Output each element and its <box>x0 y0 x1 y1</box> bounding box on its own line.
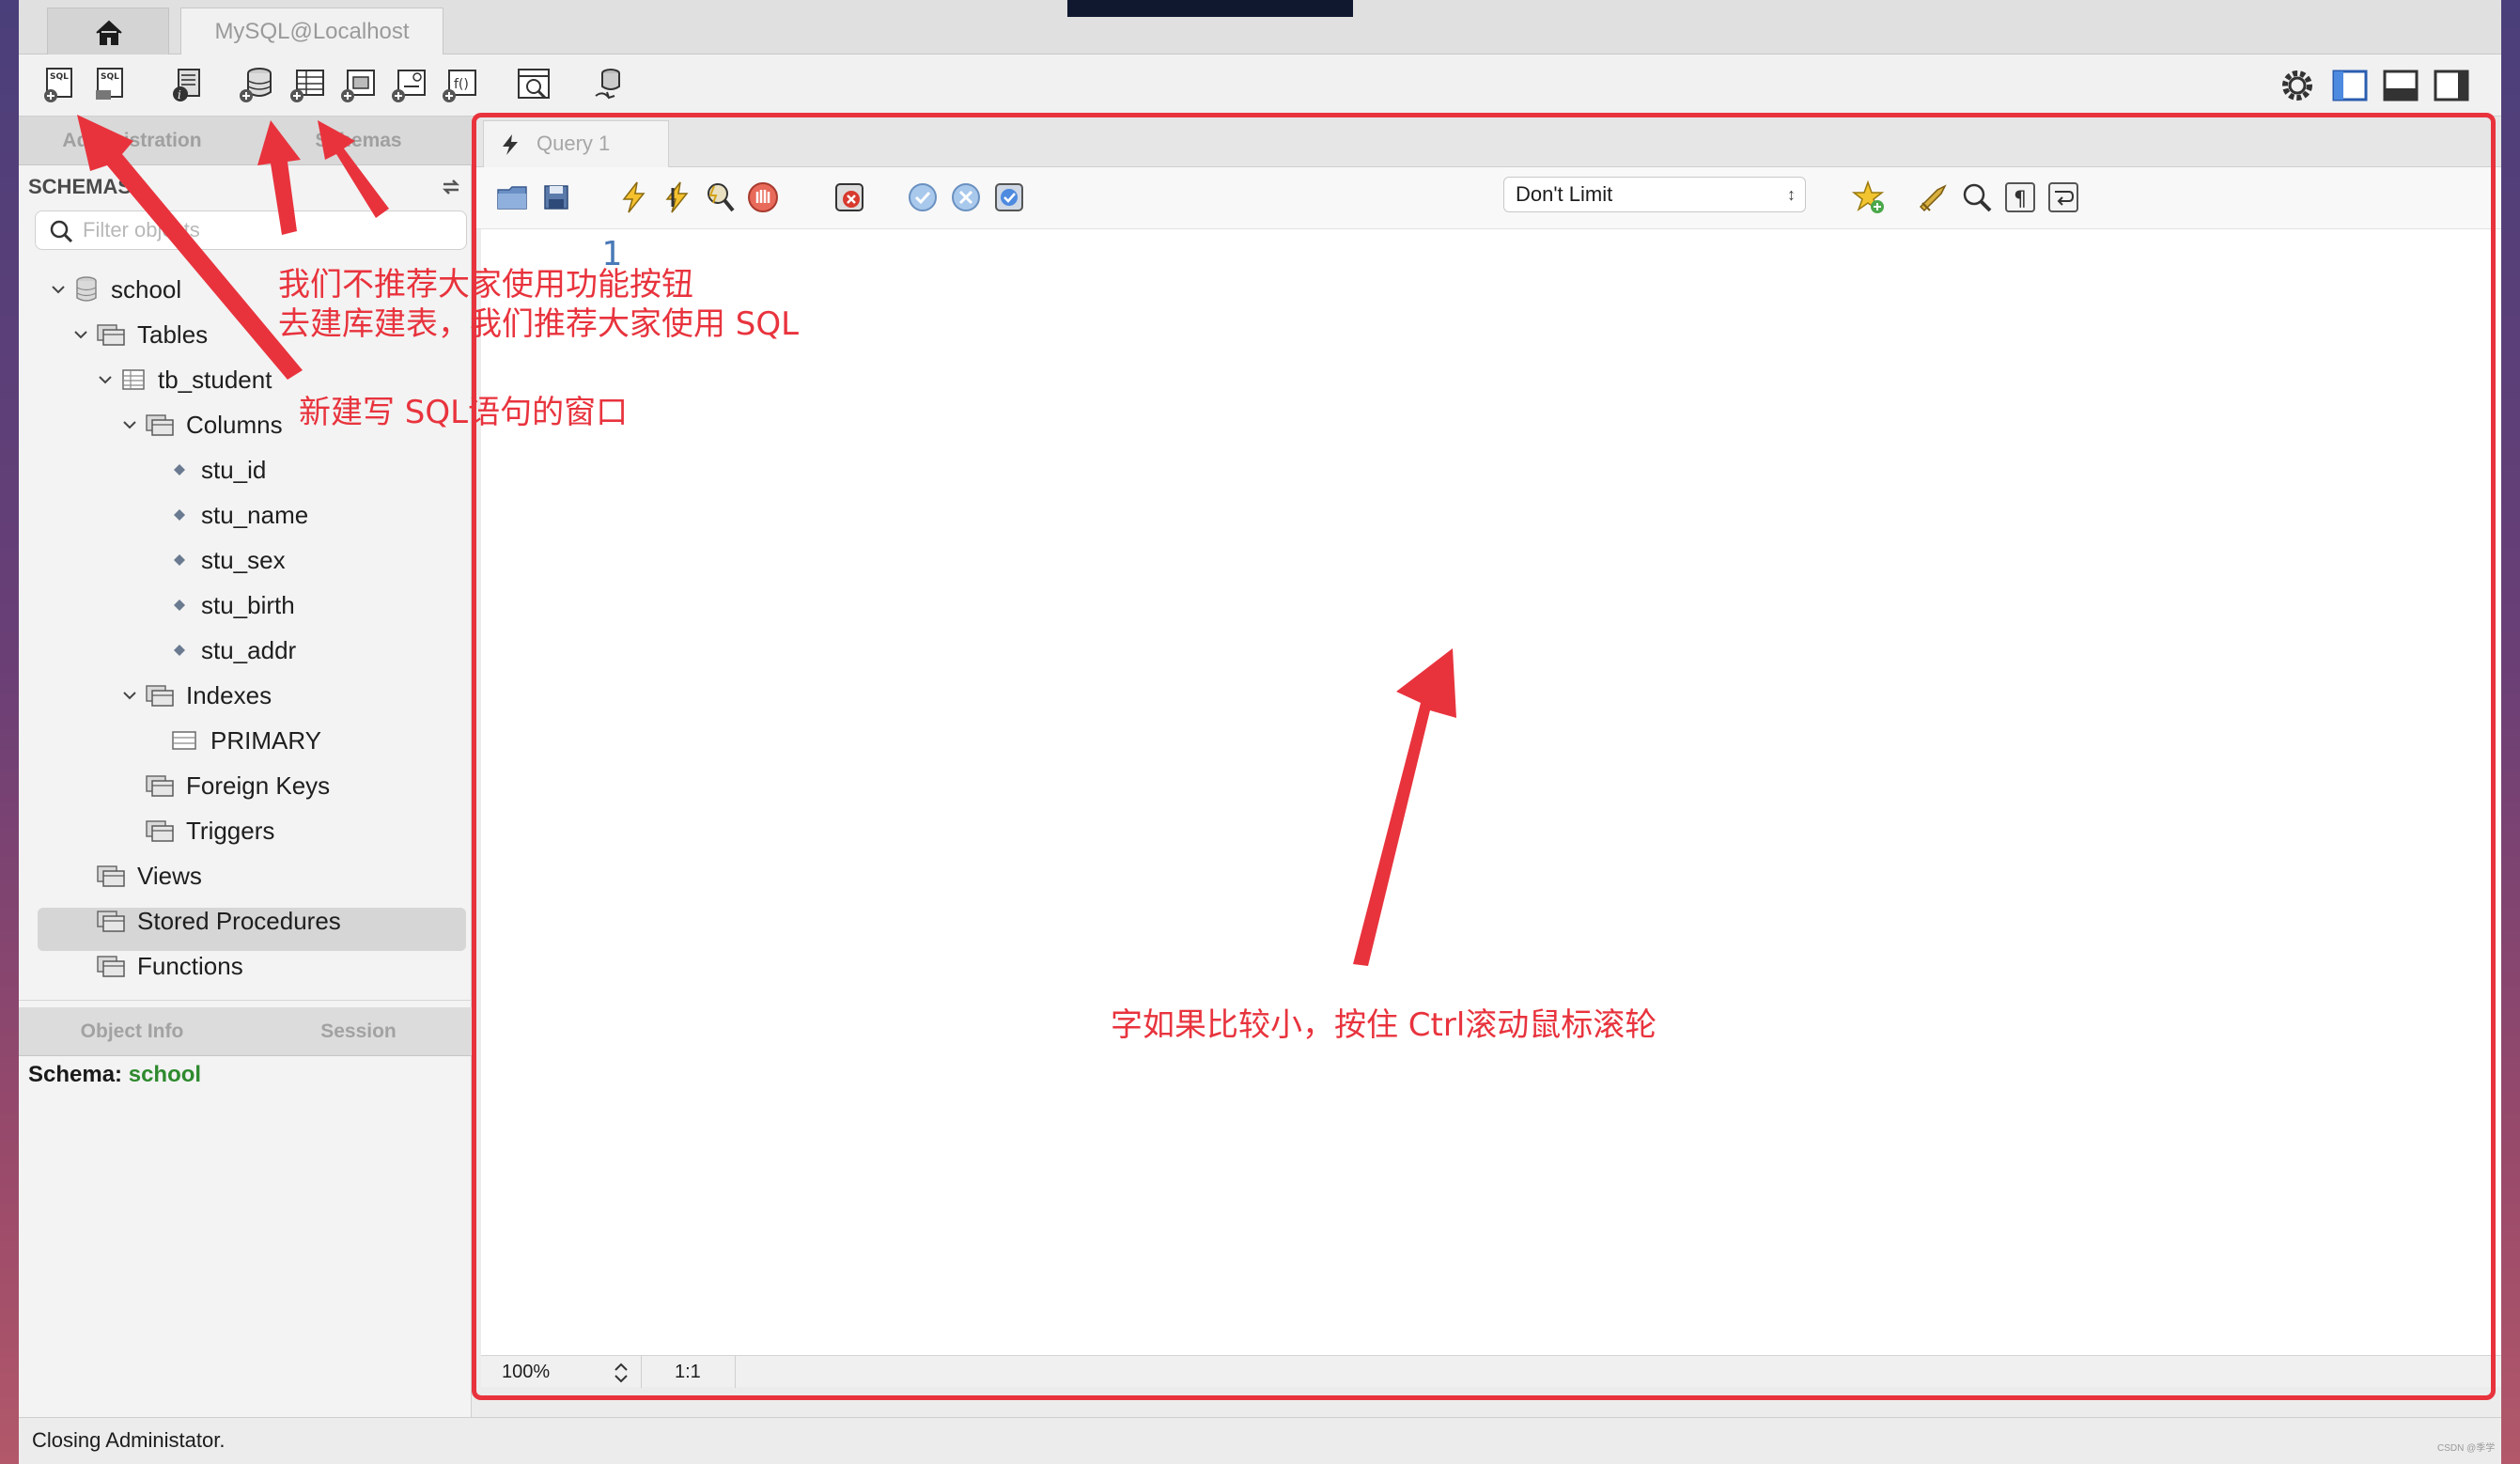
annotation-font-note: 字如果比较小，按住 Ctrl滚动鼠标滚轮 <box>1111 1006 1657 1044</box>
workbench-window: MySQL@Localhost SQL SQL i f() Schemas SC… <box>19 0 2501 1464</box>
annotation-arrows <box>77 115 1456 966</box>
arrow-to-editor <box>1353 648 1456 966</box>
annotation-button-note-line2: 去建库建表，我们推荐大家使用 SQL <box>278 305 800 343</box>
annotation-new-query-note: 新建写 SQL语句的窗口 <box>299 394 629 431</box>
annotation-button-note-line1: 我们不推荐大家使用功能按钮 <box>278 266 693 304</box>
arrow-to-create-schema <box>257 120 301 235</box>
arrow-to-create-table <box>318 120 389 218</box>
